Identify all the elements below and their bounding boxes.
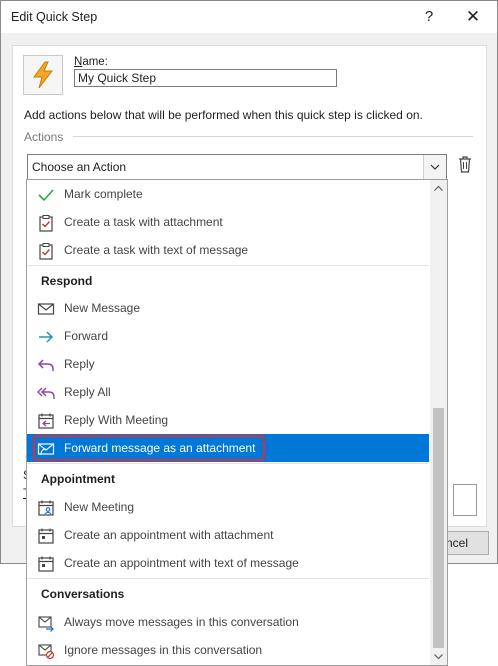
dropdown-scrollbar[interactable]	[430, 180, 447, 665]
trash-icon	[459, 156, 471, 173]
actions-section-label: Actions	[24, 130, 64, 144]
menu-item-label: Ignore messages in this conversation	[64, 643, 263, 657]
menu-item-label: Reply With Meeting	[64, 413, 169, 427]
task-clipboard-icon	[39, 243, 53, 260]
bg-options-field[interactable]	[453, 484, 477, 516]
menu-item-label: Create a task with text of message	[64, 243, 249, 257]
menu-item-new-meeting[interactable]: New Meeting	[27, 493, 429, 521]
menu-group-header-conversations: Conversations	[41, 587, 125, 601]
reply-all-arrow-icon	[37, 387, 55, 399]
name-label-text: ame:	[82, 56, 108, 68]
menu-item-forward-as-attachment[interactable]: Forward message as an attachment	[27, 434, 429, 462]
menu-item-forward[interactable]: Forward	[27, 322, 429, 350]
menu-item-label: Create an appointment with text of messa…	[64, 556, 299, 570]
menu-item-label: Always move messages in this conversatio…	[64, 615, 299, 629]
menu-item-label: Reply All	[64, 385, 111, 399]
menu-separator	[27, 265, 429, 266]
chevron-up-icon	[434, 185, 443, 191]
menu-item-reply[interactable]: Reply	[27, 350, 429, 378]
menu-item-label: Create an appointment with attachment	[64, 528, 274, 542]
menu-item-label: Reply	[64, 357, 95, 371]
menu-group-header-appointment: Appointment	[41, 472, 115, 486]
delete-action-button[interactable]	[457, 155, 473, 176]
menu-item-ignore-conversation[interactable]: Ignore messages in this conversation	[27, 636, 429, 664]
title-bar: Edit Quick Step ? ✕	[1, 1, 497, 33]
scrollbar-thumb[interactable]	[433, 408, 444, 648]
instructions-text: Add actions below that will be performed…	[24, 108, 423, 122]
task-clipboard-icon	[39, 215, 53, 232]
close-button[interactable]: ✕	[463, 7, 483, 27]
menu-item-label: New Message	[64, 301, 141, 315]
meeting-calendar-icon	[38, 500, 54, 516]
menu-item-appointment-with-text[interactable]: Create an appointment with text of messa…	[27, 549, 429, 577]
name-input[interactable]: My Quick Step	[74, 69, 337, 87]
scroll-down-button[interactable]	[430, 648, 447, 665]
reply-arrow-icon	[37, 359, 54, 371]
menu-item-task-with-text[interactable]: Create a task with text of message	[27, 236, 429, 264]
forward-attachment-icon	[37, 443, 55, 456]
forward-arrow-icon	[39, 331, 54, 343]
menu-item-mark-complete[interactable]: Mark complete	[27, 180, 429, 208]
chevron-down-icon	[434, 654, 443, 660]
menu-item-label: Forward	[64, 329, 109, 343]
menu-item-appointment-with-attachment[interactable]: Create an appointment with attachment	[27, 521, 429, 549]
menu-separator	[27, 578, 429, 579]
envelope-icon	[37, 303, 55, 315]
action-dropdown-list: Mark complete Create a task with attachm…	[26, 179, 448, 666]
action-select-dropdown-button[interactable]	[423, 155, 446, 179]
help-button[interactable]: ?	[419, 7, 439, 27]
calendar-icon	[38, 556, 54, 572]
chevron-down-icon	[430, 164, 440, 170]
menu-item-reply-all[interactable]: Reply All	[27, 378, 429, 406]
move-conversation-icon	[38, 616, 54, 632]
menu-item-reply-with-meeting[interactable]: Reply With Meeting	[27, 406, 429, 434]
actions-divider	[73, 136, 473, 137]
menu-item-label: Create a task with attachment	[64, 215, 223, 229]
action-select[interactable]: Choose an Action	[27, 154, 447, 180]
ignore-conversation-icon	[38, 644, 55, 660]
checkmark-icon	[38, 189, 54, 202]
scroll-up-button[interactable]	[430, 180, 447, 197]
action-select-value: Choose an Action	[32, 160, 127, 174]
cancel-button-label: ncel	[445, 536, 468, 550]
lightning-bolt-icon	[33, 61, 54, 89]
menu-separator	[27, 463, 429, 464]
menu-item-always-move-conversation[interactable]: Always move messages in this conversatio…	[27, 608, 429, 636]
quick-step-icon-button[interactable]	[23, 55, 63, 95]
dialog-title: Edit Quick Step	[11, 10, 98, 24]
menu-item-label: New Meeting	[64, 500, 135, 514]
menu-item-label: Forward message as an attachment	[64, 441, 256, 455]
calendar-reply-icon	[38, 413, 54, 429]
menu-group-header-respond: Respond	[41, 274, 93, 288]
menu-item-task-with-attachment[interactable]: Create a task with attachment	[27, 208, 429, 236]
name-label: Name:	[74, 56, 108, 68]
menu-item-label: Mark complete	[64, 187, 143, 201]
menu-item-new-message[interactable]: New Message	[27, 294, 429, 322]
calendar-icon	[38, 528, 54, 544]
